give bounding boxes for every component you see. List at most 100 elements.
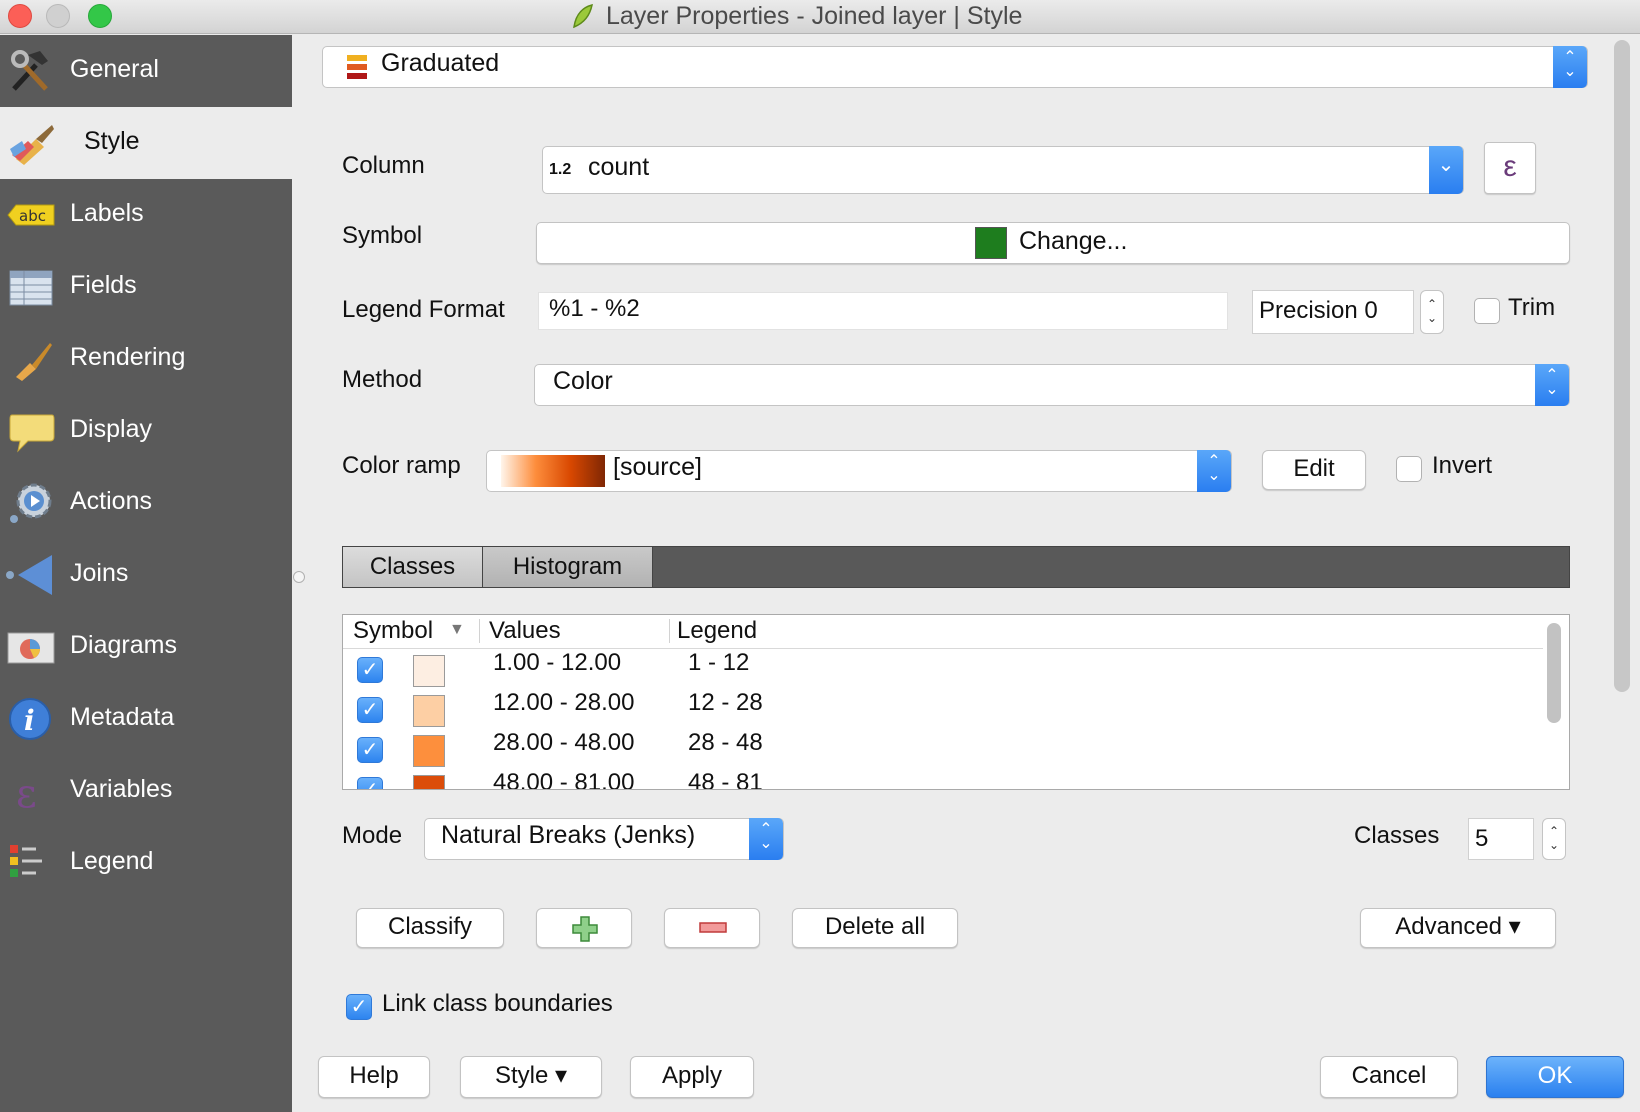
updown-arrows-icon: ⌃ ⌄ [1197,450,1231,492]
abc-label-icon: abc [7,204,55,226]
svg-text:ε: ε [16,771,37,815]
tab-classes[interactable]: Classes [343,547,483,587]
class-values[interactable]: 1.00 - 12.00 [493,649,621,677]
info-icon: i [9,698,51,740]
column-header-symbol[interactable]: Symbol [353,617,433,645]
classify-button[interactable]: Classify [356,908,504,948]
sidebar-item-diagrams[interactable]: Diagrams [0,611,292,683]
updown-arrows-icon: ⌃ ⌄ [1553,46,1587,88]
symbol-change-button[interactable]: Change... [536,222,1570,264]
delete-all-button[interactable]: Delete all [792,908,958,948]
splitter-handle[interactable] [293,571,305,583]
table-scrollbar[interactable] [1547,623,1561,723]
sidebar-item-legend[interactable]: Legend [0,827,292,899]
class-values[interactable]: 48.00 - 81.00 [493,769,634,789]
diagram-icon [7,632,55,664]
minimize-window-button[interactable] [46,4,70,28]
legend-format-value: %1 - %2 [549,295,640,322]
renderer-select[interactable]: Graduated ⌃ ⌄ [322,46,1588,88]
table-icon [9,270,53,306]
class-legend[interactable]: 12 - 28 [688,689,763,717]
close-window-button[interactable] [8,4,32,28]
row-visible-checkbox[interactable]: ✓ [357,657,383,683]
color-ramp-label: Color ramp [342,452,461,479]
apply-button[interactable]: Apply [630,1056,754,1098]
class-values[interactable]: 12.00 - 28.00 [493,689,634,717]
trim-checkbox[interactable] [1474,298,1500,324]
class-color-swatch[interactable] [413,695,445,727]
add-class-button[interactable] [536,908,632,948]
classes-table: Symbol ▼ Values Legend ✓ 1.00 - 12.00 1 … [342,614,1570,790]
remove-class-button[interactable] [664,908,760,948]
advanced-menu-button[interactable]: Advanced ▾ [1360,908,1556,948]
link-boundaries-checkbox[interactable]: ✓ [346,994,372,1020]
class-color-swatch[interactable] [413,735,445,767]
sidebar-item-label: Metadata [70,703,175,731]
sidebar-item-style[interactable]: Style [0,107,292,179]
sidebar-item-joins[interactable]: Joins [0,539,292,611]
brush-icon [16,343,52,381]
edit-ramp-button[interactable]: Edit [1262,450,1366,490]
cancel-button[interactable]: Cancel [1320,1056,1458,1098]
row-visible-checkbox[interactable]: ✓ [357,777,383,789]
table-row[interactable]: ✓ 28.00 - 48.00 28 - 48 [343,729,1543,769]
ok-button[interactable]: OK [1486,1056,1624,1098]
class-values[interactable]: 28.00 - 48.00 [493,729,634,757]
tab-bar: Classes Histogram [342,546,1570,588]
class-legend[interactable]: 1 - 12 [688,649,749,677]
svg-text:abc: abc [19,207,46,225]
sidebar-item-general[interactable]: General [0,35,292,107]
sidebar-item-label: Fields [70,271,137,299]
legend-format-input[interactable]: %1 - %2 [538,292,1228,330]
sidebar-item-display[interactable]: Display [0,395,292,467]
table-row[interactable]: ✓ 12.00 - 28.00 12 - 28 [343,689,1543,729]
classes-spinbox[interactable]: 5 [1468,818,1534,860]
sidebar-item-label: Diagrams [70,631,177,659]
sidebar-item-labels[interactable]: abc Labels [0,179,292,251]
legend-format-label: Legend Format [342,296,505,323]
style-menu-button[interactable]: Style ▾ [460,1056,602,1098]
sidebar: General Style abc Labels Fields Renderin… [0,35,292,1112]
precision-spinbox[interactable]: Precision 0 [1252,290,1414,334]
tab-histogram[interactable]: Histogram [483,547,653,587]
row-visible-checkbox[interactable]: ✓ [357,697,383,723]
column-header-legend[interactable]: Legend [677,617,757,645]
color-ramp-select[interactable]: [source] ⌃ ⌄ [486,450,1232,492]
gear-play-icon [10,483,52,523]
window-title: Layer Properties - Joined layer | Style [606,2,1023,30]
classes-stepper[interactable]: ⌃ ⌄ [1542,818,1566,860]
row-visible-checkbox[interactable]: ✓ [357,737,383,763]
sidebar-item-label: Actions [70,487,152,515]
sidebar-item-label: Rendering [70,343,186,371]
link-boundaries-label: Link class boundaries [382,990,613,1017]
panel-scrollbar[interactable] [1614,40,1630,692]
class-color-swatch[interactable] [413,655,445,687]
sidebar-item-fields[interactable]: Fields [0,251,292,323]
mode-select[interactable]: Natural Breaks (Jenks) ⌃ ⌄ [424,818,784,860]
column-header-values[interactable]: Values [489,617,561,645]
sidebar-item-actions[interactable]: Actions [0,467,292,539]
table-header: Symbol ▼ Values Legend [343,615,1543,649]
table-row[interactable]: ✓ 48.00 - 81.00 48 - 81 [343,769,1543,789]
class-legend[interactable]: 48 - 81 [688,769,763,789]
updown-arrows-icon: ⌃ ⌄ [1535,364,1569,406]
class-color-swatch[interactable] [413,775,445,789]
sidebar-item-rendering[interactable]: Rendering [0,323,292,395]
zoom-window-button[interactable] [88,4,112,28]
class-legend[interactable]: 28 - 48 [688,729,763,757]
plus-icon [572,916,598,942]
column-divider [479,619,480,643]
sidebar-item-metadata[interactable]: i Metadata [0,683,292,755]
invert-checkbox[interactable] [1396,456,1422,482]
help-button[interactable]: Help [318,1056,430,1098]
sidebar-item-label: Style [84,127,140,155]
method-select[interactable]: Color ⌃ ⌄ [534,364,1570,406]
table-row[interactable]: ✓ 1.00 - 12.00 1 - 12 [343,649,1543,689]
sidebar-item-label: Labels [70,199,144,227]
sidebar-item-label: Legend [70,847,154,875]
sidebar-item-variables[interactable]: ε Variables [0,755,292,827]
precision-stepper[interactable]: ⌃ ⌄ [1420,290,1444,334]
expression-button[interactable]: ε [1484,142,1536,194]
column-select[interactable]: 1.2 count ⌄ [542,146,1464,194]
symbol-change-label: Change... [1019,227,1128,255]
